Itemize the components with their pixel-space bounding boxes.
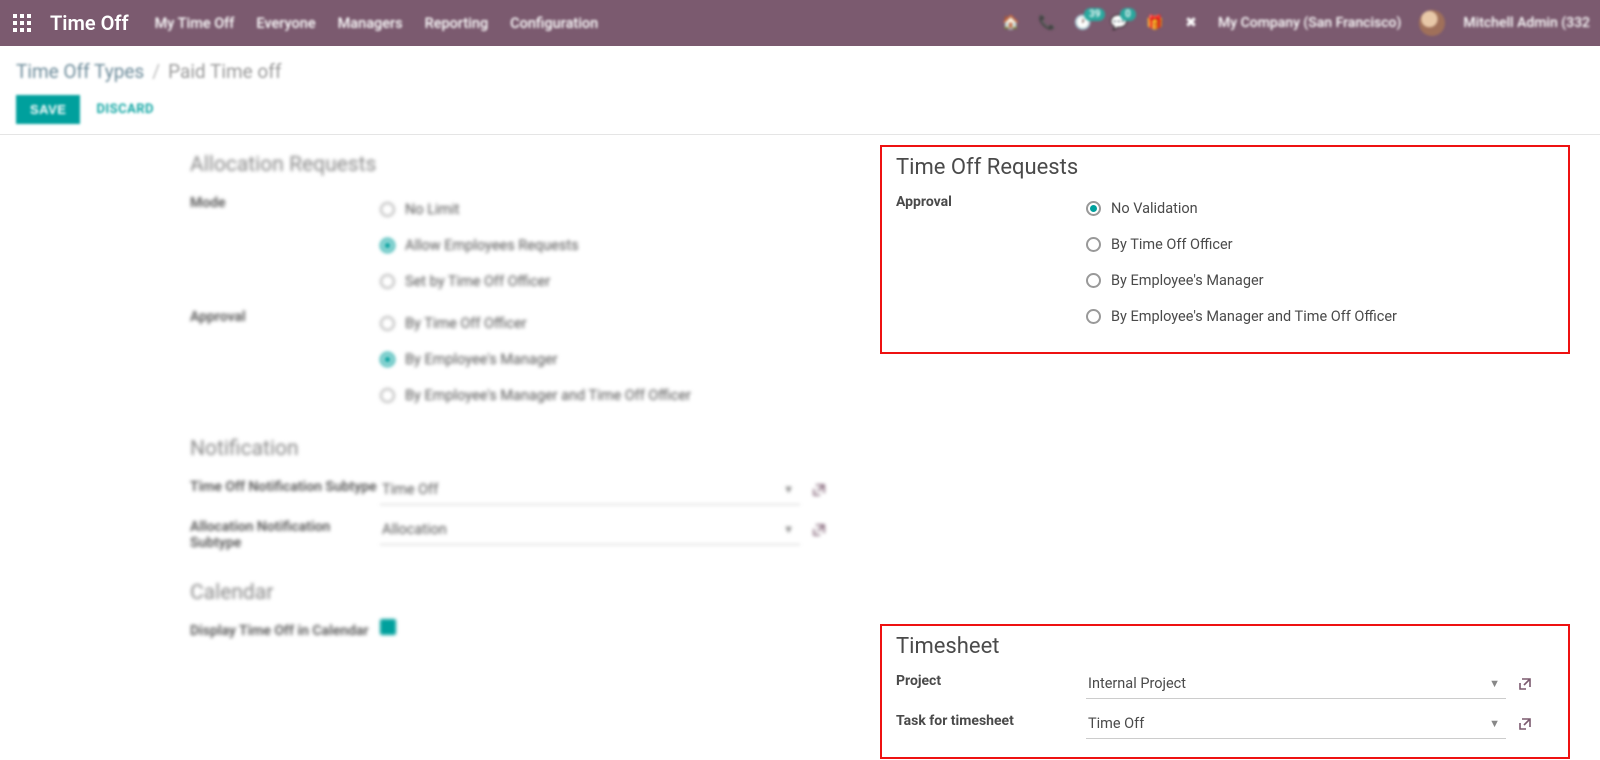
mode-opt-2[interactable]: Set by Time Off Officer [380, 263, 850, 299]
mode-field: Mode No Limit Allow Employees Requests S… [190, 191, 850, 299]
timeoff-requests-box: Time Off Requests Approval No Validation… [880, 145, 1570, 354]
alloc-approval-field: Approval By Time Off Officer By Employee… [190, 305, 850, 413]
req-approval-2[interactable]: By Employee's Manager [1086, 262, 1554, 298]
radio-icon[interactable] [380, 352, 395, 367]
top-navbar: Time Off My Time Off Everyone Managers R… [0, 0, 1600, 46]
nav-my-time-off[interactable]: My Time Off [155, 15, 235, 32]
user-menu[interactable]: Mitchell Admin (332 [1463, 15, 1590, 31]
mode-opt-1[interactable]: Allow Employees Requests [380, 227, 850, 263]
chevron-down-icon: ▼ [1489, 717, 1500, 730]
calendar-display-label: Display Time Off in Calendar [190, 619, 380, 639]
breadcrumb-parent[interactable]: Time Off Types [16, 60, 144, 83]
radio-icon[interactable] [380, 202, 395, 217]
close-icon[interactable]: ✖ [1182, 14, 1200, 32]
task-select[interactable]: Time Off ▼ [1086, 709, 1506, 739]
radio-icon[interactable] [380, 238, 395, 253]
calendar-title: Calendar [190, 581, 850, 605]
avatar[interactable] [1419, 10, 1445, 36]
topbar-right: 🏠 📞 🕐39 💬0 🎁 ✖ My Company (San Francisco… [1002, 10, 1590, 36]
nav-everyone[interactable]: Everyone [256, 15, 315, 32]
task-label: Task for timesheet [896, 709, 1086, 729]
gift-icon[interactable]: 🎁 [1146, 14, 1164, 32]
project-row: Project Internal Project ▼ [896, 669, 1554, 703]
radio-icon[interactable] [380, 274, 395, 289]
home-icon[interactable]: 🏠 [1002, 14, 1020, 32]
alloc-approval-1[interactable]: By Employee's Manager [380, 341, 850, 377]
apps-icon[interactable] [10, 11, 34, 35]
breadcrumb: Time Off Types / Paid Time off [16, 60, 1584, 83]
mode-options: No Limit Allow Employees Requests Set by… [380, 191, 850, 299]
company-selector[interactable]: My Company (San Francisco) [1218, 15, 1401, 31]
notif-timeoff-select[interactable]: Time Off ▼ [380, 475, 800, 505]
timesheet-box: Timesheet Project Internal Project ▼ Tas… [880, 624, 1570, 759]
external-link-icon[interactable] [1518, 717, 1532, 731]
phone-icon[interactable]: 📞 [1038, 14, 1056, 32]
alloc-approval-0[interactable]: By Time Off Officer [380, 305, 850, 341]
save-button[interactable]: SAVE [16, 95, 80, 124]
right-column: Time Off Requests Approval No Validation… [880, 145, 1600, 759]
left-column: Allocation Requests Mode No Limit Allow … [0, 145, 880, 759]
control-panel: Time Off Types / Paid Time off SAVE DISC… [0, 46, 1600, 135]
notif-timeoff-row: Time Off Notification Subtype Time Off ▼ [190, 475, 850, 509]
notification-title: Notification [190, 437, 850, 461]
notif-alloc-select[interactable]: Allocation ▼ [380, 515, 800, 545]
task-row: Task for timesheet Time Off ▼ [896, 709, 1554, 743]
action-row: SAVE DISCARD [16, 95, 1584, 124]
timeoff-requests-title: Time Off Requests [896, 155, 1554, 180]
req-approval-1[interactable]: By Time Off Officer [1086, 226, 1554, 262]
alloc-approval-label: Approval [190, 305, 380, 325]
nav-reporting[interactable]: Reporting [425, 15, 489, 32]
chat-badge: 0 [1120, 8, 1136, 21]
radio-icon[interactable] [380, 388, 395, 403]
nav-configuration[interactable]: Configuration [510, 15, 598, 32]
notif-alloc-label: Allocation Notification Subtype [190, 515, 380, 551]
form-content: Allocation Requests Mode No Limit Allow … [0, 135, 1600, 759]
allocation-title: Allocation Requests [190, 153, 850, 177]
alloc-approval-options: By Time Off Officer By Employee's Manage… [380, 305, 850, 413]
notif-timeoff-label: Time Off Notification Subtype [190, 475, 380, 495]
radio-icon[interactable] [1086, 273, 1101, 288]
notif-alloc-row: Allocation Notification Subtype Allocati… [190, 515, 850, 551]
chevron-down-icon: ▼ [783, 483, 794, 496]
breadcrumb-current: Paid Time off [168, 60, 281, 83]
external-link-icon[interactable] [1518, 677, 1532, 691]
breadcrumb-sep: / [152, 60, 160, 83]
calendar-display-row: Display Time Off in Calendar [190, 619, 850, 653]
project-label: Project [896, 669, 1086, 689]
calendar-checkbox[interactable] [380, 619, 396, 635]
discard-button[interactable]: DISCARD [96, 102, 154, 117]
req-approval-field: Approval No Validation By Time Off Offic… [896, 190, 1554, 334]
chevron-down-icon: ▼ [1489, 677, 1500, 690]
radio-icon[interactable] [380, 316, 395, 331]
mode-opt-0[interactable]: No Limit [380, 191, 850, 227]
radio-icon[interactable] [1086, 201, 1101, 216]
clock-icon[interactable]: 🕐39 [1074, 14, 1092, 32]
radio-icon[interactable] [1086, 237, 1101, 252]
chevron-down-icon: ▼ [783, 523, 794, 536]
mode-label: Mode [190, 191, 380, 211]
req-approval-0[interactable]: No Validation [1086, 190, 1554, 226]
app-title[interactable]: Time Off [50, 11, 129, 35]
nav-links: My Time Off Everyone Managers Reporting … [155, 15, 599, 32]
clock-badge: 39 [1084, 8, 1105, 21]
alloc-approval-2[interactable]: By Employee's Manager and Time Off Offic… [380, 377, 850, 413]
chat-icon[interactable]: 💬0 [1110, 14, 1128, 32]
radio-icon[interactable] [1086, 309, 1101, 324]
timesheet-title: Timesheet [896, 634, 1554, 659]
external-link-icon[interactable] [812, 483, 826, 497]
project-select[interactable]: Internal Project ▼ [1086, 669, 1506, 699]
external-link-icon[interactable] [812, 523, 826, 537]
req-approval-3[interactable]: By Employee's Manager and Time Off Offic… [1086, 298, 1554, 334]
nav-managers[interactable]: Managers [338, 15, 403, 32]
req-approval-label: Approval [896, 190, 1086, 210]
